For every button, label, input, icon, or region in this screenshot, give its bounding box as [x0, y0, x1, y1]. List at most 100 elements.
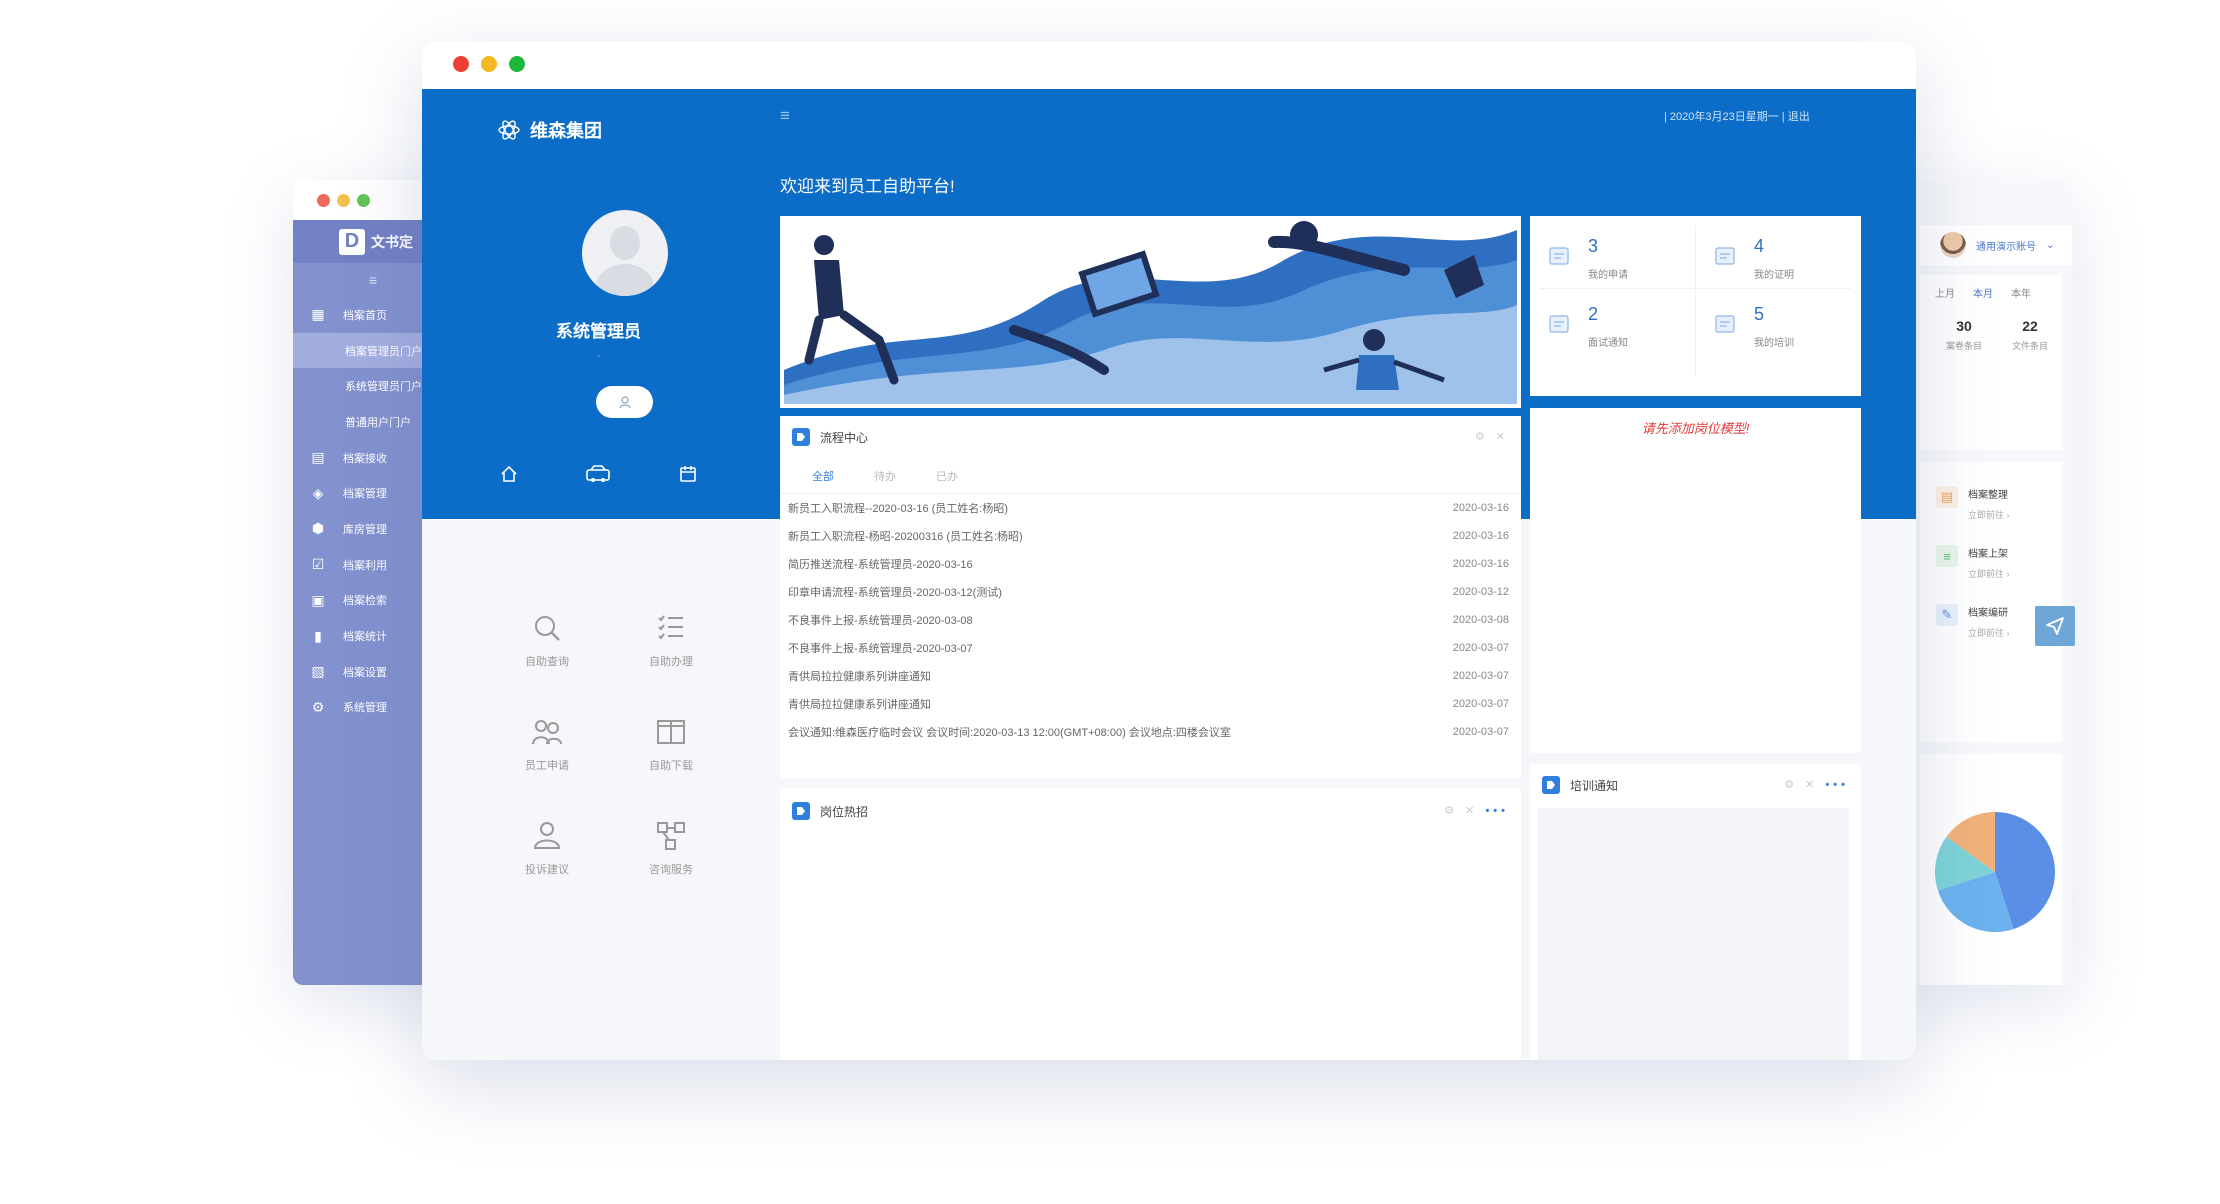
quick-menu-item[interactable]: 自助查询 — [502, 609, 592, 669]
home-icon[interactable] — [499, 464, 519, 489]
period-tab[interactable]: 本月 — [1973, 285, 1993, 300]
action-link[interactable]: 立即前往 › — [1968, 567, 2010, 580]
brand-name: 维森集团 — [530, 121, 602, 141]
card-header: 培训通知 ⚙ ✕ ••• — [1530, 764, 1861, 806]
process-row[interactable]: 新员工入职流程--2020-03-16 (员工姓名:杨昭) 2020-03-16 — [780, 494, 1521, 522]
warning-message: 请先添加岗位模型! — [1641, 421, 1750, 436]
divider — [1540, 288, 1851, 289]
stats-panel: 3 我的申请 4 我的证明 2 面试通知 5 我的培训 — [1530, 216, 1861, 396]
menu-item-icon: ☑ — [311, 556, 325, 573]
period-tab[interactable]: 本年 — [2011, 285, 2031, 300]
process-row[interactable]: 会议通知:维森医疗临时会议 会议时间:2020-03-13 12:00(GMT+… — [780, 718, 1521, 746]
maximize-dot[interactable] — [357, 194, 370, 207]
process-row[interactable]: 青供局拉拉健康系列讲座通知 2020-03-07 — [780, 662, 1521, 690]
card-tools[interactable]: ⚙ ✕ ••• — [1444, 804, 1509, 817]
quick-action[interactable]: ▤ 档案整理 立即前往 › — [1920, 486, 2062, 521]
process-name[interactable]: 不良事件上报-系统管理员-2020-03-08 — [788, 612, 973, 628]
sidebar-item-label: 档案统计 — [343, 631, 387, 644]
process-name[interactable]: 新员工入职流程-杨昭-20200316 (员工姓名:杨昭) — [788, 528, 1023, 544]
people-icon — [502, 713, 592, 751]
process-row[interactable]: 简历推送流程-系统管理员-2020-03-16 2020-03-16 — [780, 550, 1521, 578]
process-date: 2020-03-07 — [1452, 726, 1509, 738]
sidebar-item-label: 档案利用 — [343, 559, 387, 572]
process-name[interactable]: 简历推送流程-系统管理员-2020-03-16 — [788, 556, 973, 572]
send-button[interactable] — [2035, 606, 2075, 646]
stat-tile[interactable]: 3 我的申请 — [1530, 224, 1695, 292]
minimize-dot[interactable] — [481, 56, 497, 72]
process-name[interactable]: 印章申请流程-系统管理员-2020-03-12(测试) — [788, 584, 1002, 600]
process-name[interactable]: 不良事件上报-系统管理员-2020-03-07 — [788, 640, 973, 656]
account-name: 通用演示账号 — [1976, 241, 2036, 253]
user-role: - — [596, 351, 601, 362]
process-row[interactable]: 新员工入职流程-杨昭-20200316 (员工姓名:杨昭) 2020-03-16 — [780, 522, 1521, 550]
maximize-dot[interactable] — [509, 56, 525, 72]
quick-menu-item[interactable]: 咨询服务 — [626, 817, 716, 877]
sidebar-item-label: 系统管理 — [343, 702, 387, 715]
tag-icon — [792, 802, 810, 820]
process-row[interactable]: 印章申请流程-系统管理员-2020-03-12(测试) 2020-03-12 — [780, 578, 1521, 606]
stat-number: 22 — [2022, 318, 2038, 334]
period-tab[interactable]: 上月 — [1935, 285, 1955, 300]
calendar-icon[interactable] — [678, 464, 698, 489]
feedback-icon — [502, 817, 592, 855]
avatar[interactable] — [582, 210, 668, 296]
settings-icon[interactable]: ⚙ ✕ — [1475, 431, 1509, 443]
atom-logo-icon — [498, 120, 520, 140]
process-date: 2020-03-07 — [1452, 698, 1509, 710]
quick-actions-card: ▤ 档案整理 立即前往 › ≡ 档案上架 立即前往 › ✎ 档案编研 立即前往 › — [1920, 462, 2062, 742]
card-tools[interactable]: ⚙ ✕ — [1475, 430, 1509, 443]
quick-menu-item[interactable]: 投诉建议 — [502, 817, 592, 877]
card-header: 岗位热招 ⚙ ✕ ••• — [780, 790, 1521, 832]
quick-action[interactable]: ≡ 档案上架 立即前往 › — [1920, 545, 2062, 580]
process-name[interactable]: 新员工入职流程--2020-03-16 (员工姓名:杨昭) — [788, 500, 1008, 516]
chevron-down-icon[interactable]: ⌄ — [2046, 240, 2054, 251]
quick-menu-label: 自助查询 — [525, 656, 569, 668]
close-dot[interactable] — [453, 56, 469, 72]
process-row[interactable]: 不良事件上报-系统管理员-2020-03-07 2020-03-07 — [780, 634, 1521, 662]
process-name[interactable]: 青供局拉拉健康系列讲座通知 — [788, 696, 931, 712]
stat-file: 22 文件条目 — [2012, 318, 2048, 352]
settings-icon[interactable]: ⚙ ✕ — [1444, 805, 1478, 817]
sidebar-item-label: 档案检索 — [343, 595, 387, 608]
quick-menu-item[interactable]: 自助办理 — [626, 609, 716, 669]
process-name[interactable]: 青供局拉拉健康系列讲座通知 — [788, 668, 931, 684]
process-name[interactable]: 会议通知:维森医疗临时会议 会议时间:2020-03-13 12:00(GMT+… — [788, 724, 1231, 740]
topbar-date-logout[interactable]: | 2020年3月23日星期一 | 退出 — [1664, 108, 1810, 124]
menu-item-icon: ▤ — [311, 449, 325, 466]
process-tab[interactable]: 全部 — [812, 468, 834, 484]
stat-label: 案卷条目 — [1946, 341, 1983, 351]
card-tools[interactable]: ⚙ ✕ ••• — [1784, 778, 1849, 791]
settings-icon[interactable]: ⚙ ✕ — [1784, 779, 1818, 791]
car-icon[interactable] — [585, 464, 611, 489]
process-row[interactable]: 不良事件上报-系统管理员-2020-03-08 2020-03-08 — [780, 606, 1521, 634]
action-link[interactable]: 立即前往 › — [1968, 626, 2010, 639]
minimize-dot[interactable] — [337, 194, 350, 207]
account-header[interactable]: 通用演示账号 ⌄ — [1920, 225, 2072, 265]
stat-tile[interactable]: 2 面试通知 — [1530, 292, 1695, 360]
more-icon[interactable]: ••• — [1825, 779, 1849, 791]
card-header: 流程中心 ⚙ ✕ — [780, 416, 1521, 458]
application-icon — [1549, 247, 1569, 265]
training-icon — [1715, 315, 1735, 333]
user-sidebar: 维森集团 系统管理员 - 自助查询 自助办理 员工申请 自助下载 投诉建议 咨询服务 — [422, 89, 775, 1060]
stat-number: 2 — [1588, 304, 1599, 324]
quick-menu-item[interactable]: 员工申请 — [502, 713, 592, 773]
process-date: 2020-03-08 — [1452, 614, 1509, 626]
stat-tile[interactable]: 4 我的证明 — [1696, 224, 1861, 292]
action-title: 档案上架 — [1968, 549, 2008, 560]
profile-button[interactable] — [596, 386, 653, 418]
process-tab[interactable]: 待办 — [874, 468, 896, 484]
quick-menu-item[interactable]: 自助下载 — [626, 713, 716, 773]
brand[interactable]: 维森集团 — [498, 117, 602, 143]
process-tab[interactable]: 已办 — [936, 468, 958, 484]
book-icon — [626, 713, 716, 751]
stat-tile[interactable]: 5 我的培训 — [1696, 292, 1861, 360]
sidebar-item-label: 档案管理 — [343, 488, 387, 501]
close-dot[interactable] — [317, 194, 330, 207]
menu-toggle-icon[interactable]: ≡ — [780, 106, 790, 126]
action-link[interactable]: 立即前往 › — [1968, 508, 2010, 521]
more-icon[interactable]: ••• — [1485, 805, 1509, 817]
process-row[interactable]: 青供局拉拉健康系列讲座通知 2020-03-07 — [780, 690, 1521, 718]
stat-label: 文件条目 — [2012, 341, 2049, 351]
card-title: 流程中心 — [820, 430, 869, 445]
